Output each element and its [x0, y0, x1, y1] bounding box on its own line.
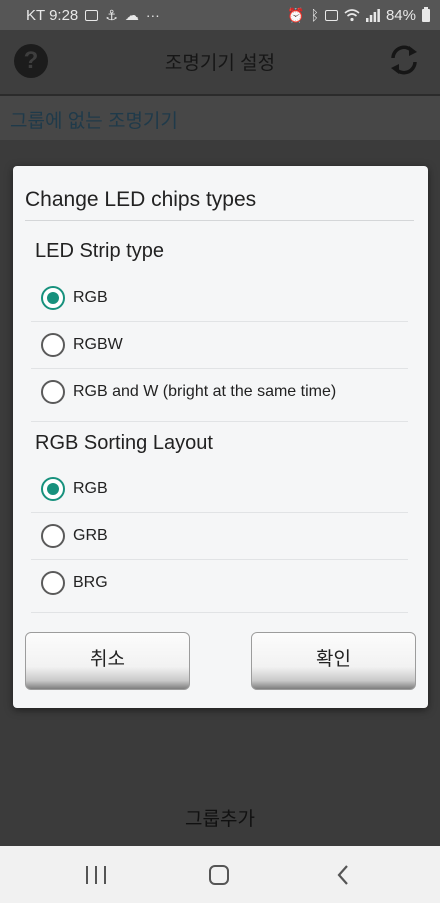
- sorting-option-brg[interactable]: BRG: [29, 560, 410, 606]
- strip-option-rgb-and-w[interactable]: RGB and W (bright at the same time): [29, 369, 410, 415]
- anchor-notification-icon: ⚓: [105, 7, 118, 23]
- signal-icon: [365, 8, 380, 22]
- option-label: RGB: [73, 480, 108, 497]
- option-label: RGB and W (bright at the same time): [73, 383, 337, 400]
- radio-checked-icon[interactable]: [41, 286, 65, 310]
- confirm-button[interactable]: 확인: [251, 632, 416, 690]
- volte-icon: [324, 9, 338, 21]
- strip-option-rgbw[interactable]: RGBW: [29, 322, 410, 368]
- more-notifications-icon: ···: [145, 7, 160, 23]
- battery-icon: [422, 6, 430, 22]
- recent-apps-icon[interactable]: [86, 866, 106, 884]
- add-group-button[interactable]: 그룹추가: [0, 804, 440, 831]
- strip-option-rgb[interactable]: RGB: [29, 275, 410, 321]
- bluetooth-icon: ᛒ: [310, 7, 319, 23]
- sorting-layout-heading: RGB Sorting Layout: [35, 432, 213, 454]
- radio-unchecked-icon[interactable]: [41, 571, 65, 595]
- title-divider: [25, 220, 414, 221]
- sorting-option-grb[interactable]: GRB: [29, 513, 410, 559]
- dialog-title: Change LED chips types: [25, 188, 257, 211]
- option-label: RGBW: [73, 336, 123, 353]
- led-chip-type-dialog: Change LED chips types LED Strip type RG…: [13, 166, 428, 708]
- back-icon[interactable]: [336, 864, 350, 886]
- cancel-button[interactable]: 취소: [25, 632, 190, 690]
- app-header: ? 조명기기 설정: [0, 30, 440, 94]
- option-label: BRG: [73, 574, 108, 591]
- section-header: 그룹에 없는 조명기기: [0, 94, 440, 140]
- navigation-bar: [0, 846, 440, 903]
- radio-unchecked-icon[interactable]: [41, 380, 65, 404]
- gallery-notification-icon: [85, 9, 99, 21]
- section-label: 그룹에 없는 조명기기: [10, 111, 178, 132]
- radio-checked-icon[interactable]: [41, 477, 65, 501]
- cloud-notification-icon: ☁: [124, 7, 139, 23]
- page-title: 조명기기 설정: [164, 53, 276, 74]
- refresh-icon[interactable]: [386, 42, 422, 78]
- wifi-icon: [344, 8, 360, 21]
- radio-unchecked-icon[interactable]: [41, 333, 65, 357]
- strip-type-heading: LED Strip type: [35, 240, 164, 262]
- section-divider: [31, 421, 408, 422]
- option-label: GRB: [73, 527, 108, 544]
- radio-unchecked-icon[interactable]: [41, 524, 65, 548]
- option-divider: [31, 612, 408, 613]
- option-label: RGB: [73, 289, 108, 306]
- status-time: KT 9:28: [26, 6, 79, 24]
- sorting-option-rgb[interactable]: RGB: [29, 466, 410, 512]
- alarm-icon: ⏰: [287, 7, 305, 23]
- home-icon[interactable]: [209, 865, 229, 885]
- status-bar: KT 9:28 ⚓ ☁ ··· ⏰ ᛒ 84%: [0, 0, 440, 30]
- battery-percent: 84%: [385, 6, 416, 24]
